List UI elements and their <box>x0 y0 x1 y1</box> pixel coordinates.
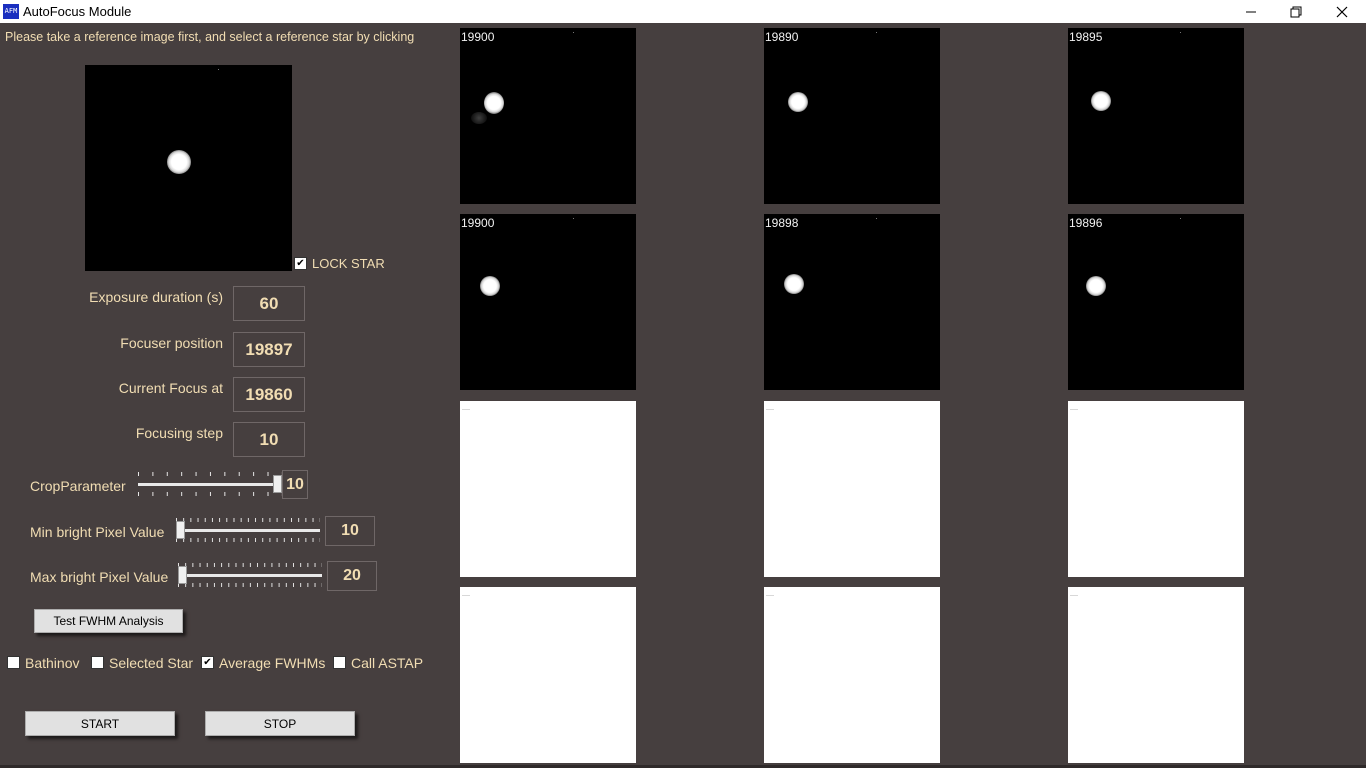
call-astap-checkbox[interactable] <box>333 656 346 669</box>
max-bright-label: Max bright Pixel Value <box>30 569 169 585</box>
focus-tile-4-label: 19900 <box>461 216 495 230</box>
average-fwhms-checkbox[interactable]: ✔ <box>201 656 214 669</box>
focus-tile-10[interactable] <box>460 587 636 763</box>
focusing-step-label: Focusing step <box>135 425 223 441</box>
exposure-label: Exposure duration (s) <box>89 289 223 305</box>
minimize-button[interactable] <box>1228 0 1274 23</box>
max-bright-value[interactable]: 20 <box>327 561 377 591</box>
instruction-text: Please take a reference image first, and… <box>5 30 415 44</box>
focus-tile-3-label: 19895 <box>1069 30 1103 44</box>
focus-tile-6-label: 19896 <box>1069 216 1103 230</box>
app-icon: AFM <box>3 4 19 19</box>
bathinov-label: Bathinov <box>25 655 80 671</box>
tile-star <box>1091 91 1111 111</box>
crop-parameter-label: CropParameter <box>30 478 126 494</box>
tile-star <box>480 276 500 296</box>
focus-tile-1-label: 19900 <box>461 30 495 44</box>
start-button[interactable]: START <box>25 711 175 736</box>
focus-tile-5[interactable]: 19898 <box>764 214 940 390</box>
tile-star <box>484 92 504 114</box>
average-fwhms-label: Average FWHMs <box>219 655 326 671</box>
min-bright-slider[interactable] <box>176 518 320 542</box>
crop-parameter-slider[interactable] <box>138 472 282 496</box>
focus-tile-12[interactable] <box>1068 587 1244 763</box>
focus-tile-5-label: 19898 <box>765 216 799 230</box>
selected-star-label: Selected Star <box>109 655 194 671</box>
reference-image[interactable] <box>85 65 292 271</box>
focus-tile-4[interactable]: 19900 <box>460 214 636 390</box>
focus-tile-2-label: 19890 <box>765 30 799 44</box>
focuser-position-label: Focuser position <box>120 335 223 351</box>
lock-star-label: LOCK STAR <box>312 256 385 271</box>
focus-tile-8[interactable] <box>764 401 940 577</box>
exposure-input[interactable]: 60 <box>233 286 305 321</box>
tile-star <box>1086 276 1106 296</box>
bathinov-checkbox[interactable] <box>7 656 20 669</box>
selected-star-checkbox[interactable] <box>91 656 104 669</box>
reference-star <box>167 150 191 174</box>
test-fwhm-button[interactable]: Test FWHM Analysis <box>34 609 183 633</box>
focus-tile-1[interactable]: 19900 <box>460 28 636 204</box>
focus-tile-11[interactable] <box>764 587 940 763</box>
min-bright-value[interactable]: 10 <box>325 516 375 546</box>
min-bright-slider-thumb[interactable] <box>176 521 185 539</box>
restore-button[interactable] <box>1273 0 1319 23</box>
focuser-position-input[interactable]: 19897 <box>233 332 305 367</box>
tile-star-ghost <box>471 112 487 124</box>
restore-icon <box>1290 6 1302 17</box>
focus-tile-2[interactable]: 19890 <box>764 28 940 204</box>
focus-tile-3[interactable]: 19895 <box>1068 28 1244 204</box>
focus-tile-9[interactable] <box>1068 401 1244 577</box>
max-bright-slider-thumb[interactable] <box>178 566 187 584</box>
focus-tile-7[interactable] <box>460 401 636 577</box>
lock-star-checkbox[interactable]: ✔ <box>294 257 307 270</box>
minimize-icon <box>1246 11 1256 12</box>
tile-star <box>788 92 808 112</box>
check-icon: ✔ <box>296 257 305 269</box>
focus-tile-6[interactable]: 19896 <box>1068 214 1244 390</box>
max-bright-slider[interactable] <box>178 563 322 587</box>
current-focus-label: Current Focus at <box>118 380 223 396</box>
title-bar: AFM AutoFocus Module <box>0 0 1366 23</box>
crop-slider-thumb[interactable] <box>273 475 282 493</box>
check-icon: ✔ <box>203 656 212 668</box>
crop-parameter-value[interactable]: 10 <box>282 470 308 499</box>
close-button[interactable] <box>1319 0 1365 23</box>
current-focus-input[interactable]: 19860 <box>233 377 305 412</box>
close-icon <box>1336 6 1348 17</box>
stop-button[interactable]: STOP <box>205 711 355 736</box>
focusing-step-input[interactable]: 10 <box>233 422 305 457</box>
window-title: AutoFocus Module <box>23 4 132 19</box>
min-bright-label: Min bright Pixel Value <box>30 524 165 540</box>
tile-star <box>784 274 804 294</box>
call-astap-label: Call ASTAP <box>351 655 424 671</box>
